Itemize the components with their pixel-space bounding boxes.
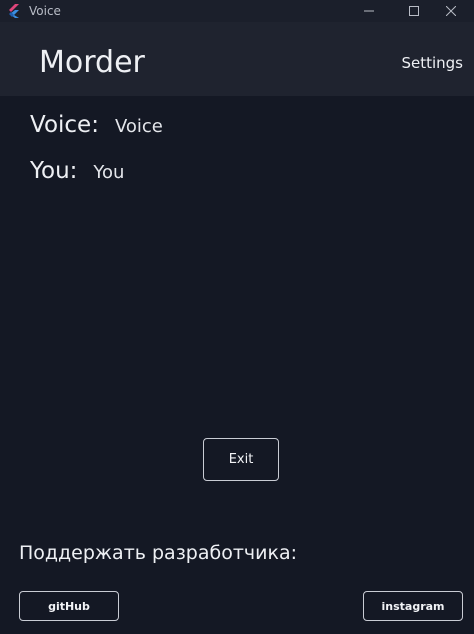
- you-label: You:: [30, 158, 78, 184]
- settings-link[interactable]: Settings: [401, 53, 463, 73]
- you-row: You: You: [30, 158, 124, 184]
- voice-value: Voice: [114, 116, 163, 137]
- instagram-button[interactable]: instagram: [363, 591, 463, 621]
- close-button[interactable]: [428, 0, 474, 22]
- app-header: Morder Settings: [0, 22, 474, 96]
- title-bar[interactable]: Voice: [0, 0, 474, 22]
- voice-row: Voice: Voice: [30, 112, 163, 138]
- app-brand-title: Morder: [39, 45, 145, 80]
- flutter-logo-icon: [9, 4, 19, 18]
- window-title: Voice: [29, 4, 61, 18]
- close-icon: [446, 6, 456, 16]
- app-window: Voice Morder Settings Voice: Voice You:: [0, 0, 474, 634]
- maximize-icon: [409, 6, 419, 16]
- you-value: You: [93, 162, 125, 183]
- exit-button[interactable]: Exit: [203, 438, 279, 481]
- support-developer-label: Поддержать разработчика:: [19, 542, 298, 564]
- minimize-button[interactable]: [346, 0, 392, 22]
- github-button[interactable]: gitHub: [19, 591, 119, 621]
- minimize-icon: [364, 10, 374, 12]
- voice-label: Voice:: [30, 112, 99, 138]
